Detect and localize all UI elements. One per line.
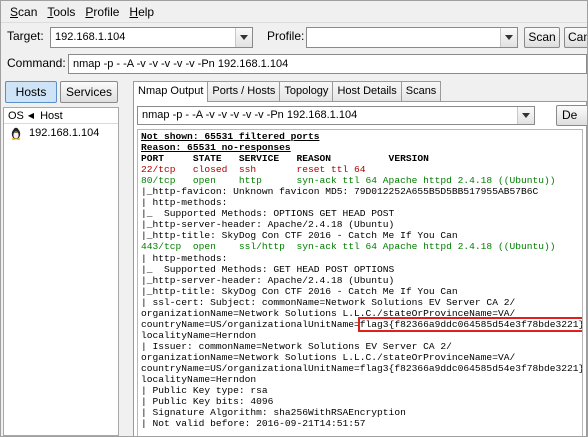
- column-os[interactable]: OS: [4, 110, 24, 122]
- profile-dropdown-arrow[interactable]: [500, 28, 517, 47]
- chevron-down-icon: [505, 35, 513, 40]
- output-command-dropdown-arrow[interactable]: [517, 107, 534, 124]
- output-line: |_ Supported Methods: GET HEAD POST OPTI…: [141, 263, 395, 275]
- output-line: | Public Key type: rsa: [141, 385, 268, 397]
- scan-button[interactable]: Scan: [524, 27, 560, 48]
- menu-tools[interactable]: Tools: [42, 1, 80, 23]
- output-line: |_http-server-header: Apache/2.4.18 (Ubu…: [141, 274, 395, 286]
- tab-ports-hosts[interactable]: Ports / Hosts: [207, 81, 281, 101]
- tab-scans[interactable]: Scans: [400, 81, 442, 101]
- nmap-output-panel: nmap -p - -A -v -v -v -v -v -Pn 192.168.…: [133, 101, 587, 436]
- tab-host-details[interactable]: Host Details: [332, 81, 402, 101]
- host-row[interactable]: 192.168.1.104: [4, 124, 118, 142]
- tab-nmap-output[interactable]: Nmap Output: [133, 81, 209, 102]
- output-line: |_http-title: SkyDog Con CTF 2016 - Catc…: [141, 285, 458, 297]
- output-command-select[interactable]: nmap -p - -A -v -v -v -v -v -Pn 192.168.…: [137, 106, 535, 125]
- menu-profile[interactable]: Profile: [80, 1, 124, 23]
- output-line: | http-methods:: [141, 197, 228, 209]
- services-toggle-button[interactable]: Services: [60, 81, 118, 103]
- output-line-prefix: countryName=US/organizationalUnitName=: [141, 318, 360, 330]
- port-line-closed: 22/tcp closed ssh reset ttl 64: [141, 164, 366, 176]
- details-button[interactable]: De: [556, 105, 587, 126]
- chevron-down-icon: [522, 113, 530, 118]
- chevron-down-icon: [240, 35, 248, 40]
- zenmap-window: Scan Tools Profile Help Target: 192.168.…: [0, 0, 588, 437]
- output-line: | Public Key bits: 4096: [141, 396, 274, 408]
- target-input[interactable]: 192.168.1.104: [50, 27, 253, 48]
- menu-bar: Scan Tools Profile Help: [1, 1, 587, 23]
- host-list: OS ◀ Host 192.168.1.104: [3, 107, 119, 436]
- output-line: | Issuer: commonName=Network Solutions E…: [141, 340, 452, 352]
- menu-help[interactable]: Help: [124, 1, 159, 23]
- sort-arrow-icon: ◀: [27, 111, 35, 120]
- menu-scan[interactable]: Scan: [5, 1, 42, 23]
- output-line: |_http-favicon: Unknown favicon MD5: 79D…: [141, 186, 539, 198]
- hosts-pane: Hosts Services OS ◀ Host 192.168.1.104: [1, 77, 121, 436]
- output-header: PORT STATE SERVICE REASON VERSION: [141, 153, 429, 165]
- output-line: Reason: 65531 no-responses: [141, 142, 291, 154]
- output-line: | Not valid before: 2016-09-21T14:51:57: [141, 418, 366, 430]
- nmap-output-text[interactable]: Not shown: 65531 filtered ports Reason: …: [137, 129, 583, 436]
- host-list-header: OS ◀ Host: [4, 108, 118, 124]
- output-line: organizationName=Network Solutions L.L.C…: [141, 307, 516, 319]
- flag-highlight-box: flag3{f82366a9ddc064585d54e3f78bde3221}: [357, 316, 583, 332]
- tab-topology[interactable]: Topology: [279, 81, 334, 101]
- output-line: Not shown: 65531 filtered ports: [141, 131, 320, 142]
- output-line: countryName=US/organizationalUnitName=fl…: [141, 362, 583, 374]
- port-line-open: 443/tcp open ssl/http syn-ack ttl 64 Apa…: [141, 241, 556, 253]
- output-line: | ssl-cert: Subject: commonName=Network …: [141, 296, 516, 308]
- output-line: |_http-server-header: Apache/2.4.18 (Ubu…: [141, 219, 395, 231]
- target-value: 192.168.1.104: [55, 31, 126, 43]
- penguin-os-icon: [11, 127, 21, 140]
- output-line: |_http-title: SkyDog Con CTF 2016 - Catc…: [141, 230, 458, 242]
- target-dropdown-arrow[interactable]: [235, 28, 252, 47]
- host-address: 192.168.1.104: [29, 127, 100, 139]
- column-host[interactable]: Host: [34, 110, 63, 122]
- profile-select[interactable]: [306, 27, 518, 48]
- command-input[interactable]: nmap -p - -A -v -v -v -v -v -Pn 192.168.…: [68, 54, 587, 74]
- output-line: | http-methods:: [141, 252, 228, 264]
- output-line-flag: countryName=US/organizationalUnitName=fl…: [141, 316, 583, 332]
- output-line: organizationName=Network Solutions L.L.C…: [141, 351, 516, 363]
- target-label: Target:: [7, 29, 44, 43]
- results-pane: Nmap Output Ports / Hosts Topology Host …: [129, 77, 587, 436]
- hosts-toggle-button[interactable]: Hosts: [5, 81, 57, 103]
- cancel-button[interactable]: Canc: [564, 27, 587, 48]
- port-line-open: 80/tcp open http syn-ack ttl 64 Apache h…: [141, 175, 556, 187]
- profile-label: Profile:: [267, 29, 305, 43]
- results-tabs: Nmap Output Ports / Hosts Topology Host …: [133, 81, 442, 102]
- output-line: | Signature Algorithm: sha256WithRSAEncr…: [141, 407, 406, 419]
- output-line: localityName=Herndon: [141, 374, 257, 386]
- output-line: localityName=Herndon: [141, 329, 257, 341]
- pane-splitter[interactable]: [121, 77, 129, 436]
- command-label: Command:: [7, 56, 66, 70]
- output-command-value: nmap -p - -A -v -v -v -v -v -Pn 192.168.…: [142, 109, 358, 121]
- output-line: |_ Supported Methods: OPTIONS GET HEAD P…: [141, 208, 395, 220]
